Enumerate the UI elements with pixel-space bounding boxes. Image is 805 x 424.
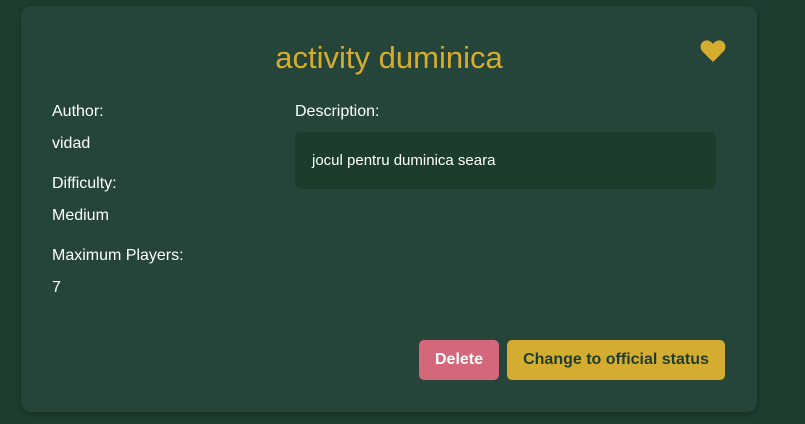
author-value: vidad <box>52 135 91 152</box>
change-to-official-button[interactable]: Change to official status <box>507 340 725 380</box>
difficulty-label: Difficulty: <box>52 175 117 192</box>
description-text: jocul pentru duminica seara <box>312 152 496 169</box>
delete-button[interactable]: Delete <box>419 340 499 380</box>
activity-card: activity duminica Author: vidad Difficul… <box>21 6 757 412</box>
max-players-value: 7 <box>52 279 61 296</box>
max-players-label: Maximum Players: <box>52 247 184 264</box>
description-box: jocul pentru duminica seara <box>295 132 716 189</box>
heart-icon[interactable] <box>700 39 726 63</box>
author-label: Author: <box>52 103 104 120</box>
difficulty-value: Medium <box>52 207 109 224</box>
description-label: Description: <box>295 103 380 120</box>
activity-title: activity duminica <box>275 40 503 75</box>
